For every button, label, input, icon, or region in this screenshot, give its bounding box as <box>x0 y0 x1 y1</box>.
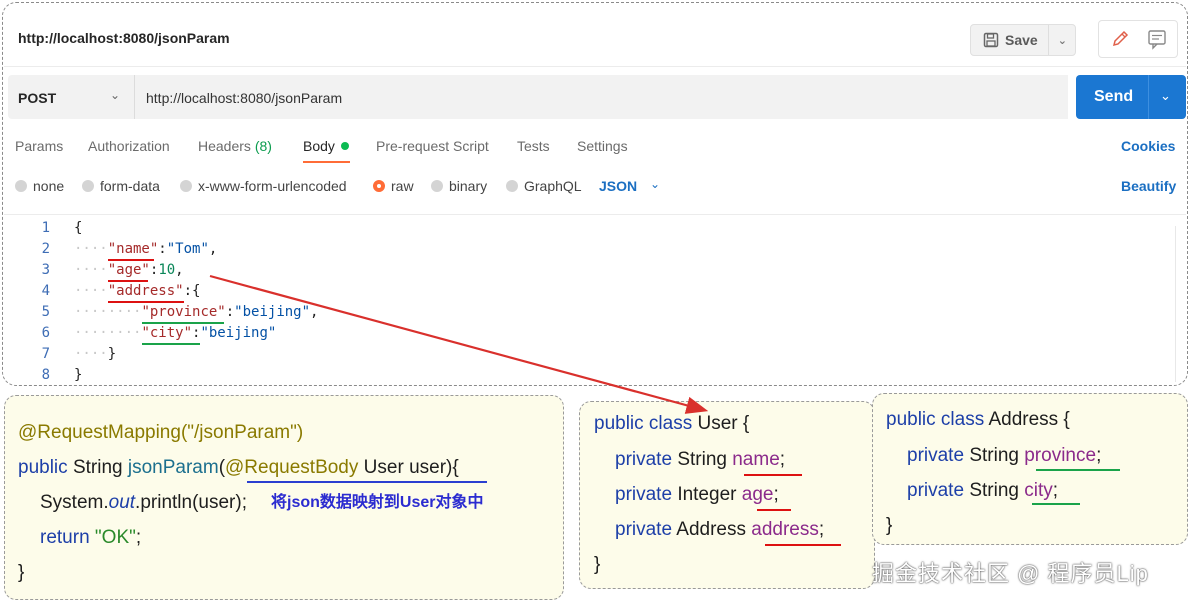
arrow-icon <box>209 274 709 414</box>
watermark: 掘金技术社区 @ 程序员Lip <box>872 561 1149 586</box>
